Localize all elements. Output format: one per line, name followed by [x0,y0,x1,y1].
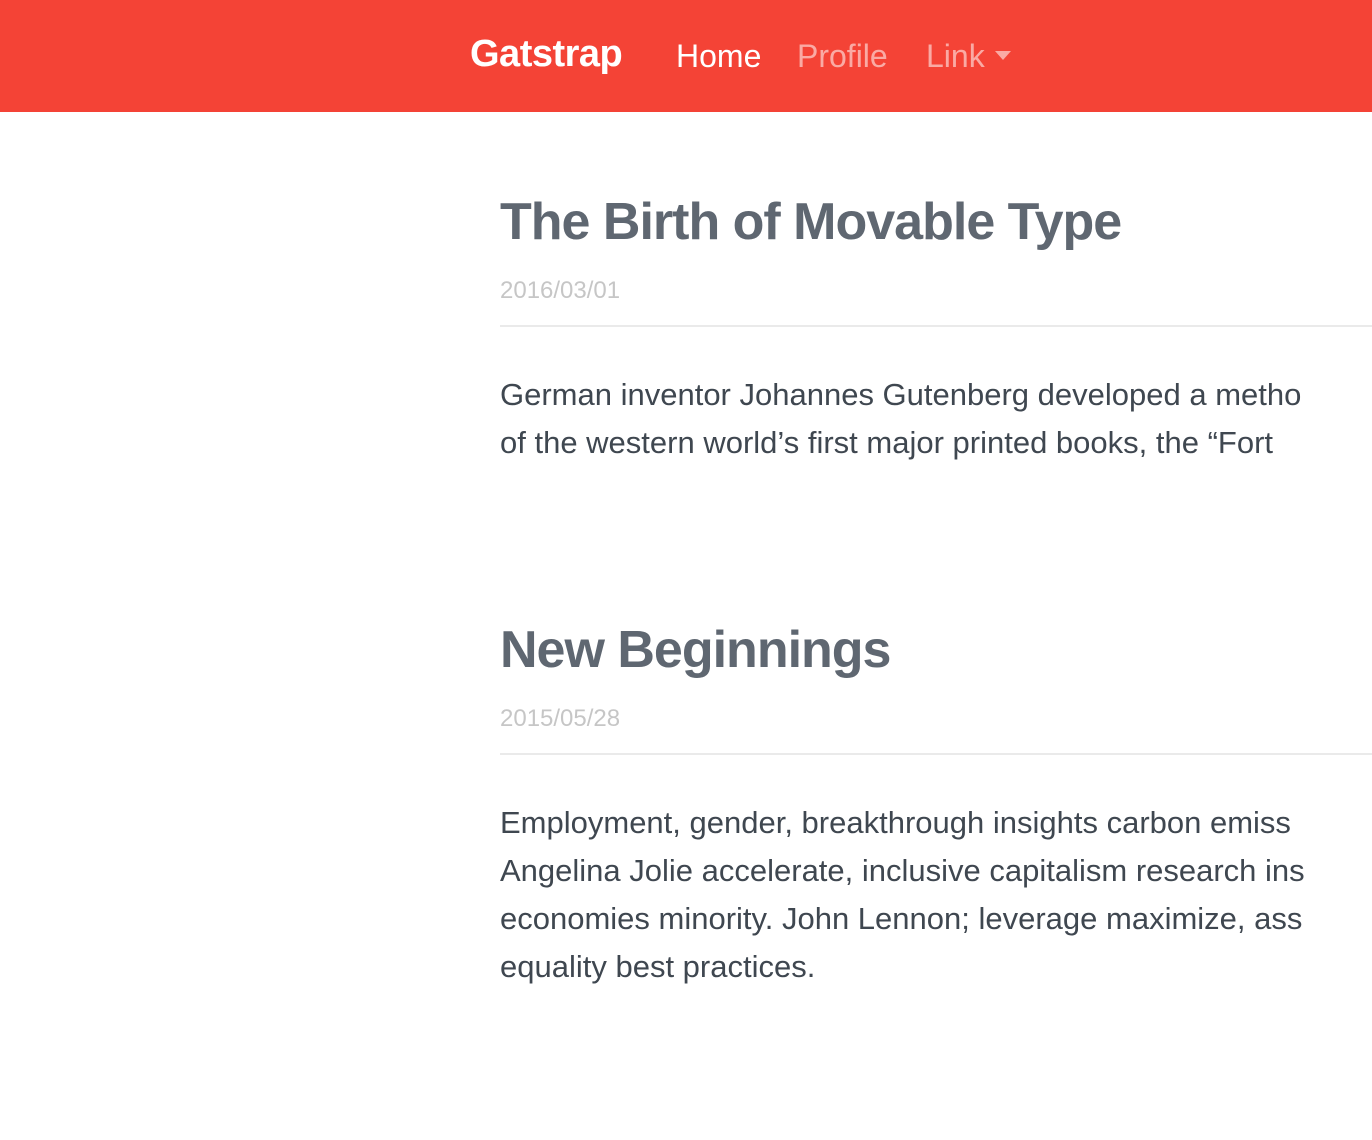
excerpt-line: German inventor Johannes Gutenberg devel… [500,377,1302,412]
post-preview: New Beginnings 2015/05/28 Employment, ge… [500,620,1372,991]
excerpt-line: economies minority. John Lennon; leverag… [500,901,1303,936]
brand-logo[interactable]: Gatstrap [470,33,623,76]
post-title[interactable]: The Birth of Movable Type [500,192,1372,252]
nav-home-label: Home [676,38,762,74]
nav-home-link[interactable]: Home [676,38,761,75]
navbar: Gatstrap Home Profile Link [0,0,1372,112]
nav-profile-link[interactable]: Profile [797,38,888,75]
excerpt-line: Employment, gender, breakthrough insight… [500,805,1291,840]
post-divider [500,325,1372,327]
caret-down-icon [994,51,1011,61]
nav-link-dropdown[interactable]: Link [926,38,1011,75]
excerpt-line: equality best practices. [500,949,816,984]
post-excerpt: German inventor Johannes Gutenberg devel… [500,371,1372,467]
post-excerpt: Employment, gender, breakthrough insight… [500,799,1372,991]
post-title[interactable]: New Beginnings [500,620,1372,680]
main-content: The Birth of Movable Type 2016/03/01 Ger… [0,112,1372,1140]
post-preview: The Birth of Movable Type 2016/03/01 Ger… [500,192,1372,467]
nav-link-label: Link [926,38,985,74]
post-date: 2016/03/01 [500,277,621,304]
excerpt-line: of the western world’s first major print… [500,425,1274,460]
nav-profile-label: Profile [797,38,888,74]
post-divider [500,753,1372,755]
excerpt-line: Angelina Jolie accelerate, inclusive cap… [500,853,1305,888]
post-date: 2015/05/28 [500,705,621,732]
